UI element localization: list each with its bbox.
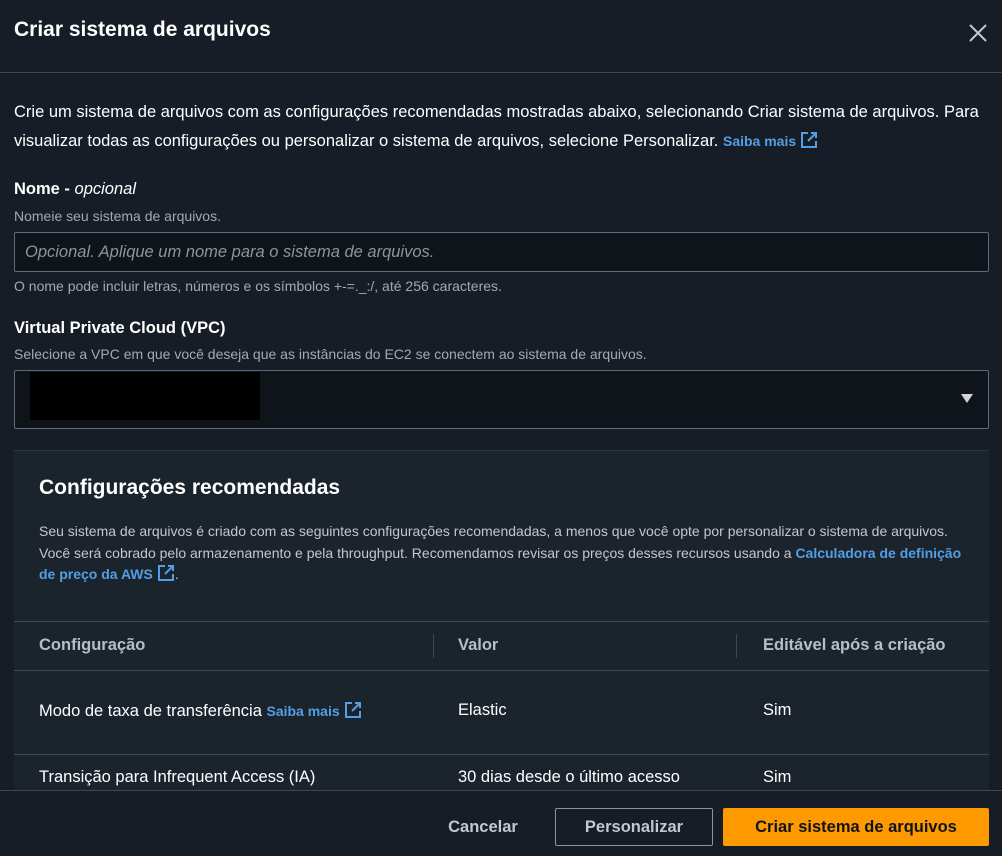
name-field-description: Nomeie seu sistema de arquivos. (14, 208, 221, 224)
learn-more-link[interactable]: Saiba mais (723, 132, 818, 149)
row-config: Transição para Infrequent Access (IA) (39, 768, 316, 786)
table-row: Modo de taxa de transferência Saiba mais… (14, 671, 989, 755)
optional-label: opcional (74, 180, 136, 198)
customize-button[interactable]: Personalizar (555, 808, 713, 846)
caret-down-icon (961, 394, 973, 403)
row-value: Elastic (458, 701, 507, 719)
intro-paragraph: Crie um sistema de arquivos com as confi… (14, 98, 989, 156)
recommended-settings-description: Seu sistema de arquivos é criado com as … (39, 523, 962, 582)
close-icon (969, 24, 987, 42)
dialog-header: Criar sistema de arquivos (0, 0, 1002, 73)
vpc-field-label: Virtual Private Cloud (VPC) (14, 319, 226, 337)
name-input[interactable] (14, 232, 989, 272)
row-editable: Sim (763, 701, 792, 719)
column-header-editable: Editável após a criação (763, 636, 946, 654)
close-button[interactable] (965, 20, 991, 46)
external-link-icon (157, 565, 174, 581)
throughput-learn-more-link[interactable]: Saiba mais (266, 702, 361, 719)
table-row: Transição para Infrequent Access (IA) 30… (14, 755, 989, 790)
column-divider (433, 634, 434, 658)
external-link-icon (801, 132, 818, 148)
recommended-settings-panel: Configurações recomendadas Seu sistema d… (14, 450, 989, 790)
redacted-vpc-value (30, 372, 260, 420)
external-link-icon (344, 702, 361, 718)
cancel-button[interactable]: Cancelar (430, 808, 536, 846)
dialog-footer: Cancelar Personalizar Criar sistema de a… (0, 790, 1002, 856)
column-header-config: Configuração (39, 636, 146, 654)
row-editable: Sim (763, 768, 792, 786)
settings-table-header: Configuração Valor Editável após a criaç… (14, 621, 989, 671)
column-divider (736, 634, 737, 658)
intro-text: Crie um sistema de arquivos com as confi… (14, 103, 979, 150)
row-value: 30 dias desde o último acesso (458, 768, 680, 786)
name-field-label: Nome - opcional (14, 180, 136, 198)
dialog-title: Criar sistema de arquivos (14, 18, 271, 41)
vpc-select[interactable] (14, 370, 989, 429)
row-config: Modo de taxa de transferência Saiba mais (39, 701, 362, 721)
recommended-settings-title: Configurações recomendadas (39, 476, 341, 499)
vpc-field-description: Selecione a VPC em que você deseja que a… (14, 346, 647, 362)
create-file-system-button[interactable]: Criar sistema de arquivos (723, 808, 989, 846)
name-field-hint: O nome pode incluir letras, números e os… (14, 278, 502, 294)
create-file-system-dialog: Criar sistema de arquivos Crie um sistem… (0, 0, 1002, 856)
dialog-body: Crie um sistema de arquivos com as confi… (0, 74, 1002, 790)
column-header-value: Valor (458, 636, 499, 654)
